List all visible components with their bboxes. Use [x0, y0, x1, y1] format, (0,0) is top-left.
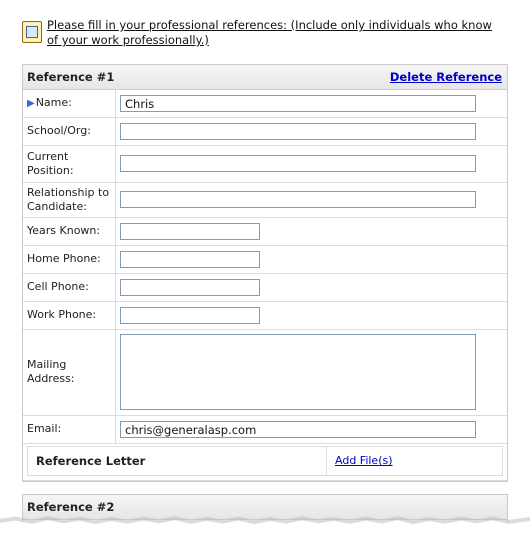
reference-1-title: Reference #1	[27, 70, 115, 84]
mailing-label: Mailing Address:	[23, 329, 116, 416]
school-label: School/Org:	[23, 117, 116, 146]
work-phone-field-cell	[115, 301, 507, 330]
delete-reference-link[interactable]: Delete Reference	[390, 70, 502, 84]
school-row: School/Org:	[23, 117, 507, 146]
cell-phone-row: Cell Phone:	[23, 273, 507, 302]
relationship-field-cell	[115, 182, 507, 218]
reference-1-header: Reference #1 Delete Reference	[23, 65, 507, 90]
name-row: ▶Name: Chris	[23, 90, 507, 118]
years-row: Years Known:	[23, 217, 507, 246]
work-phone-row: Work Phone:	[23, 301, 507, 330]
home-phone-label: Home Phone:	[23, 245, 116, 274]
position-field-cell	[115, 145, 507, 183]
cell-phone-field-cell	[115, 273, 507, 302]
email-row: Email: chris@generalasp.com	[23, 415, 507, 444]
cell-phone-label: Cell Phone:	[23, 273, 116, 302]
reference-2-header: Reference #2	[23, 495, 507, 520]
reference-1-form: ▶Name: Chris School/Org: Current Positio…	[23, 90, 507, 481]
years-field-cell	[115, 217, 507, 246]
email-input[interactable]: chris@generalasp.com	[120, 420, 476, 438]
years-label: Years Known:	[23, 217, 116, 246]
required-arrow-icon: ▶	[27, 97, 35, 109]
mailing-field-cell	[115, 329, 507, 416]
name-field-cell: Chris	[115, 90, 507, 118]
home-phone-field-cell	[115, 245, 507, 274]
position-row: Current Position:	[23, 145, 507, 183]
position-label: Current Position:	[23, 145, 116, 183]
reference-2-title: Reference #2	[27, 500, 115, 514]
instructions-text: Please fill in your professional referen…	[47, 18, 492, 47]
notepad-icon	[22, 21, 42, 43]
name-input[interactable]: Chris	[120, 94, 476, 112]
relationship-label: Relationship to Candidate:	[23, 182, 116, 218]
add-files-link[interactable]: Add File(s)	[327, 454, 393, 467]
email-field-cell: chris@generalasp.com	[115, 415, 507, 444]
mailing-row: Mailing Address:	[23, 329, 507, 416]
reference-letter-row: Reference Letter Add File(s)	[23, 443, 507, 481]
mailing-textarea[interactable]	[120, 334, 476, 410]
reference-letter-label: Reference Letter	[28, 446, 327, 475]
reference-letter-box: Reference Letter Add File(s)	[27, 445, 503, 476]
relationship-input[interactable]	[120, 191, 476, 208]
school-field-cell	[115, 117, 507, 146]
page: Please fill in your professional referen…	[0, 0, 530, 536]
position-input[interactable]	[120, 155, 476, 172]
relationship-row: Relationship to Candidate:	[23, 182, 507, 218]
cell-phone-input[interactable]	[120, 278, 260, 296]
work-phone-label: Work Phone:	[23, 301, 116, 330]
work-phone-input[interactable]	[120, 306, 260, 324]
home-phone-input[interactable]	[120, 250, 260, 268]
instructions: Please fill in your professional referen…	[22, 18, 502, 48]
reference-letter-cell: Reference Letter Add File(s)	[23, 443, 507, 481]
years-input[interactable]	[120, 222, 260, 240]
email-label: Email:	[23, 415, 116, 444]
home-phone-row: Home Phone:	[23, 245, 507, 274]
reference-1-panel: Reference #1 Delete Reference ▶Name: Chr…	[22, 64, 508, 482]
school-input[interactable]	[120, 122, 476, 140]
name-label-cell: ▶Name:	[23, 90, 116, 118]
name-label: Name:	[35, 95, 72, 109]
